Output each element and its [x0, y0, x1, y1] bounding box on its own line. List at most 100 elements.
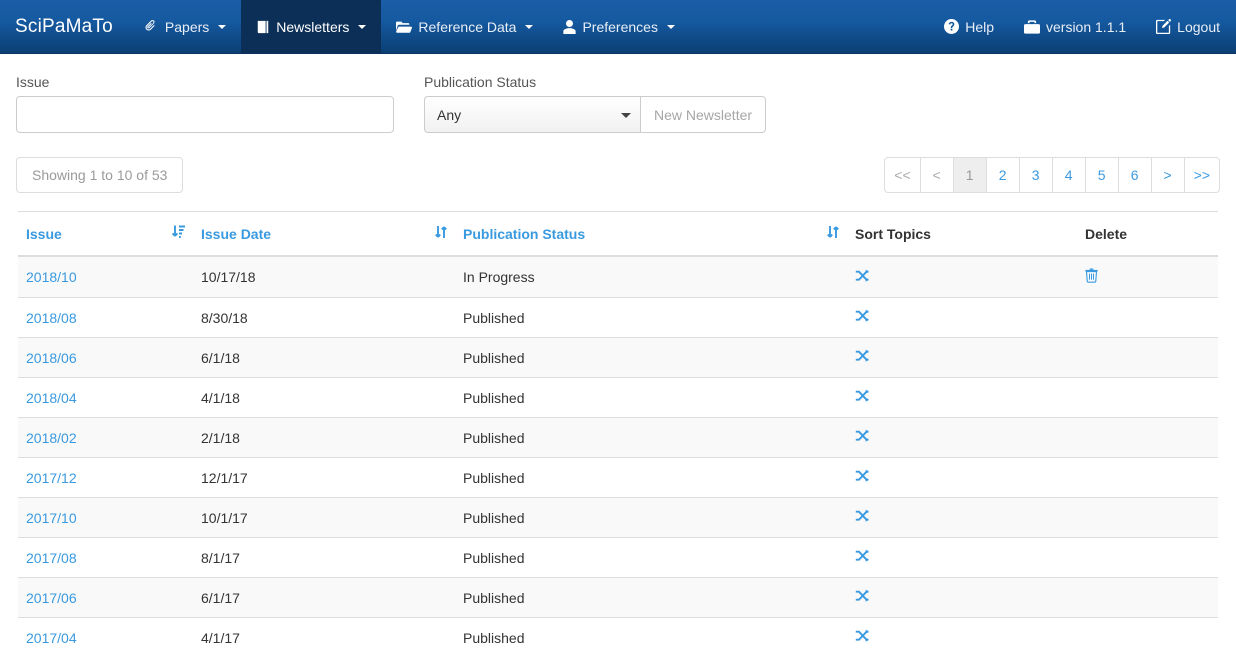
pagination-page-6[interactable]: 6 [1118, 157, 1152, 193]
pagination-first[interactable]: << [884, 157, 921, 193]
cell-delete [1077, 457, 1218, 498]
newsletters-table-container: Issue Issue Date Publication Status Sort… [0, 195, 1236, 651]
cell-delete [1077, 337, 1218, 378]
random-icon[interactable] [855, 509, 871, 523]
pagination-next[interactable]: > [1151, 157, 1185, 193]
column-header-publication-status[interactable]: Publication Status [455, 211, 847, 257]
navbar-primary-items: Papers Newsletters Reference Data Prefer… [129, 0, 690, 53]
nav-item-label: Preferences [582, 18, 658, 35]
cell-delete [1077, 537, 1218, 578]
nav-item-label: version 1.1.1 [1046, 18, 1127, 35]
cell-publication-status: Published [455, 457, 847, 498]
nav-item-papers[interactable]: Papers [129, 0, 241, 53]
column-header-label: Sort Topics [855, 225, 931, 242]
cell-sort-topics [847, 577, 1077, 618]
issue-input[interactable] [16, 96, 394, 133]
cell-publication-status: Published [455, 337, 847, 378]
nav-item-reference-data[interactable]: Reference Data [381, 0, 548, 53]
nav-item-newsletters[interactable]: Newsletters [241, 0, 382, 53]
brand-logo[interactable]: SciPaMaTo [0, 0, 129, 53]
cell-delete [1077, 617, 1218, 651]
table-head: Issue Issue Date Publication Status Sort… [18, 211, 1218, 257]
pagination-page-2[interactable]: 2 [986, 157, 1020, 193]
random-icon[interactable] [855, 309, 871, 323]
random-icon[interactable] [855, 269, 871, 283]
table-row: 2018/02 2/1/18 Published [18, 417, 1218, 458]
random-icon[interactable] [855, 589, 871, 603]
trash-icon[interactable] [1085, 268, 1098, 283]
user-icon [563, 19, 577, 34]
chevron-down-icon [358, 24, 367, 29]
nav-item-logout[interactable]: Logout [1141, 0, 1236, 53]
new-newsletter-button[interactable]: New Newsletter [641, 96, 767, 133]
cell-publication-status: Published [455, 417, 847, 458]
issue-link[interactable]: 2017/08 [26, 550, 77, 566]
table-row: 2018/10 10/17/18 In Progress [18, 255, 1218, 298]
cell-sort-topics [847, 537, 1077, 578]
cell-issue: 2017/06 [18, 577, 193, 618]
issue-link[interactable]: 2018/08 [26, 310, 77, 326]
cell-issue: 2017/04 [18, 617, 193, 651]
random-icon[interactable] [855, 469, 871, 483]
nav-item-preferences[interactable]: Preferences [548, 0, 689, 53]
publication-status-filter-group: Publication Status Any New Newsletter [424, 74, 767, 133]
nav-item-label: Reference Data [418, 18, 517, 35]
pagination-last[interactable]: >> [1184, 157, 1220, 193]
paperclip-icon [144, 19, 159, 34]
pagination-page-3[interactable]: 3 [1019, 157, 1053, 193]
cell-delete [1077, 255, 1218, 298]
cell-issue: 2017/08 [18, 537, 193, 578]
chevron-down-icon [525, 24, 534, 29]
cell-issue-date: 4/1/18 [193, 377, 455, 418]
cell-publication-status: Published [455, 577, 847, 618]
nav-item-help[interactable]: Help [929, 0, 1009, 53]
issue-link[interactable]: 2018/04 [26, 390, 77, 406]
issue-link[interactable]: 2018/10 [26, 269, 77, 285]
random-icon[interactable] [855, 389, 871, 403]
publication-status-filter-label: Publication Status [424, 74, 537, 90]
column-header-issue[interactable]: Issue [18, 211, 193, 257]
cell-publication-status: Published [455, 297, 847, 338]
sort-icon [827, 225, 839, 242]
cell-publication-status: In Progress [455, 255, 847, 298]
cell-publication-status: Published [455, 617, 847, 651]
issue-filter-label: Issue [16, 74, 50, 90]
column-header-issue-date[interactable]: Issue Date [193, 211, 455, 257]
pagination-page-4[interactable]: 4 [1052, 157, 1086, 193]
chevron-down-icon [666, 24, 675, 29]
publication-status-select[interactable]: Any [424, 96, 641, 133]
newsletters-table: Issue Issue Date Publication Status Sort… [18, 211, 1218, 651]
table-row: 2017/12 12/1/17 Published [18, 457, 1218, 498]
cell-sort-topics [847, 617, 1077, 651]
cell-issue-date: 6/1/17 [193, 577, 455, 618]
random-icon[interactable] [855, 349, 871, 363]
issue-link[interactable]: 2017/06 [26, 590, 77, 606]
issue-link[interactable]: 2018/02 [26, 430, 77, 446]
cell-delete [1077, 377, 1218, 418]
folder-open-icon [396, 20, 413, 34]
cell-sort-topics [847, 377, 1077, 418]
cell-delete [1077, 297, 1218, 338]
cell-issue: 2018/08 [18, 297, 193, 338]
nav-item-version[interactable]: version 1.1.1 [1009, 0, 1141, 53]
cell-sort-topics [847, 457, 1077, 498]
cell-sort-topics [847, 417, 1077, 458]
cell-issue-date: 8/1/17 [193, 537, 455, 578]
random-icon[interactable] [855, 629, 871, 643]
column-header-label: Publication Status [463, 225, 586, 242]
issue-link[interactable]: 2017/04 [26, 630, 77, 646]
random-icon[interactable] [855, 549, 871, 563]
issue-link[interactable]: 2017/10 [26, 510, 77, 526]
question-circle-icon [944, 19, 960, 34]
issue-link[interactable]: 2017/12 [26, 470, 77, 486]
pagination-page-1[interactable]: 1 [953, 157, 987, 193]
cell-issue-date: 2/1/18 [193, 417, 455, 458]
table-row: 2018/06 6/1/18 Published [18, 337, 1218, 378]
cell-publication-status: Published [455, 497, 847, 538]
issue-link[interactable]: 2018/06 [26, 350, 77, 366]
cell-publication-status: Published [455, 537, 847, 578]
pagination-prev[interactable]: < [920, 157, 954, 193]
pagination-page-5[interactable]: 5 [1085, 157, 1119, 193]
table-row: 2017/06 6/1/17 Published [18, 577, 1218, 618]
random-icon[interactable] [855, 429, 871, 443]
